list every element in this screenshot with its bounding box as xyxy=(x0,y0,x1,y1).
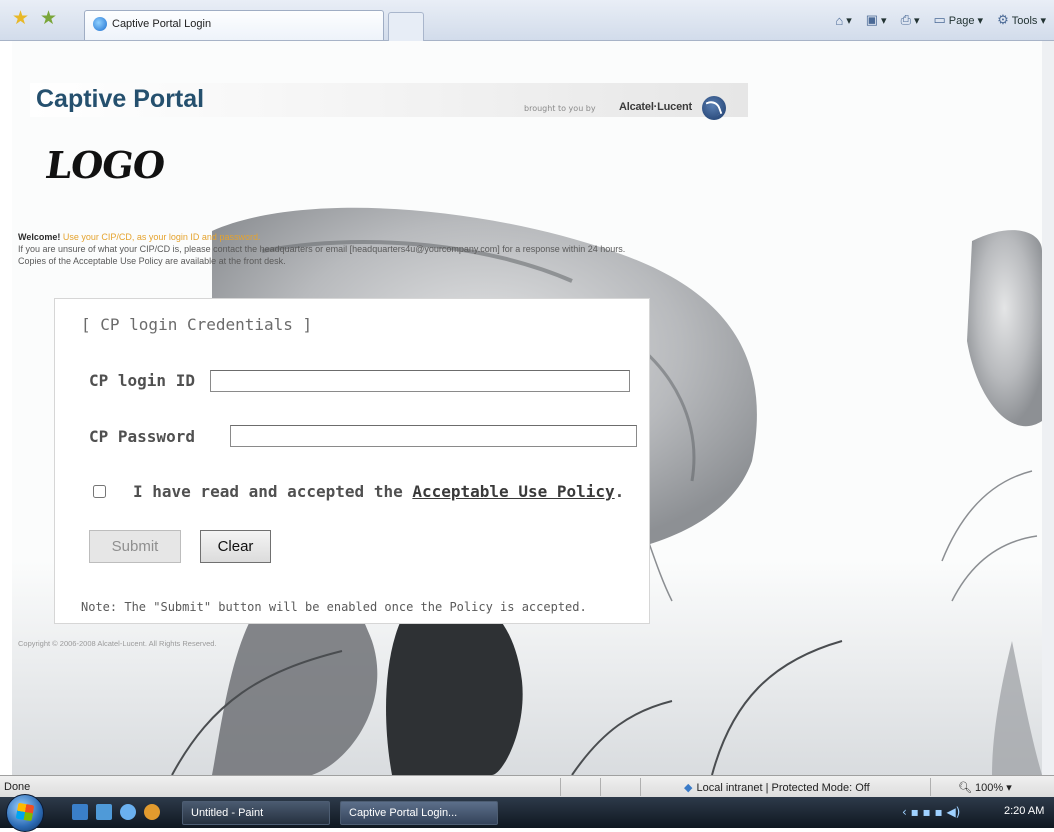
system-tray-icons[interactable]: ‹ ▪ ▪ ▪ ◀) xyxy=(902,805,960,819)
taskbar-item-paint[interactable]: Untitled - Paint xyxy=(182,801,330,825)
clear-button[interactable]: Clear xyxy=(200,530,271,563)
login-id-label: CP login ID xyxy=(89,371,195,390)
feeds-button[interactable]: ▣ ▾ xyxy=(866,12,887,28)
switch-windows-icon[interactable] xyxy=(96,804,112,820)
show-desktop-icon[interactable] xyxy=(72,804,88,820)
company-logo: LOGO xyxy=(42,143,168,187)
login-panel-title: [ CP login Credentials ] xyxy=(81,315,313,334)
status-divider xyxy=(560,778,561,796)
page-menu[interactable]: ▭ Page ▾ xyxy=(934,12,984,28)
browser-toolbar: ★ ★ Captive Portal Login ⌂ ▾ ▣ ▾ ⎙ ▾ ▭ Page … xyxy=(0,0,1054,41)
status-text: Done xyxy=(4,781,31,793)
submit-note: Note: The "Submit" button will be enable… xyxy=(81,600,587,614)
start-button[interactable] xyxy=(6,794,44,832)
portal-title: Captive Portal xyxy=(36,85,205,113)
vertical-scrollbar[interactable] xyxy=(1041,41,1054,775)
tools-icon: ⚙ xyxy=(997,12,1009,27)
welcome-line-3: Copies of the Acceptable Use Policy are … xyxy=(18,256,286,266)
feeds-icon: ▣ xyxy=(865,12,879,27)
clock[interactable]: 2:20 AM xyxy=(1004,805,1044,817)
firefox-quicklaunch-icon[interactable] xyxy=(144,804,160,820)
taskbar-item-captive-portal[interactable]: Captive Portal Login... xyxy=(340,801,498,825)
page-icon: ▭ xyxy=(933,12,946,27)
password-input[interactable] xyxy=(230,425,637,447)
tab-title: Captive Portal Login xyxy=(112,17,212,30)
page-content: Captive Portal brought to you by Alcatel… xyxy=(12,41,1042,775)
status-divider xyxy=(930,778,931,796)
security-zone[interactable]: ◆ Local intranet | Protected Mode: Off xyxy=(684,781,870,794)
browser-tab[interactable]: Captive Portal Login xyxy=(84,10,384,40)
policy-statement: I have read and accepted the Acceptable … xyxy=(133,482,625,501)
zoom-control[interactable]: 🔍︎ 100% ▾ xyxy=(958,781,1012,794)
status-divider xyxy=(600,778,601,796)
add-favorites-icon[interactable]: ★ xyxy=(40,9,57,28)
policy-checkbox[interactable] xyxy=(93,485,106,498)
command-bar: ⌂ ▾ ▣ ▾ ⎙ ▾ ▭ Page ▾ ⚙ Tools ▾ xyxy=(835,12,1046,28)
intranet-icon: ◆ xyxy=(684,782,693,794)
windows-taskbar: Untitled - Paint Captive Portal Login...… xyxy=(0,794,1054,832)
login-id-input[interactable] xyxy=(210,370,630,392)
brand-name: Alcatel·Lucent xyxy=(619,101,692,113)
home-button[interactable]: ⌂ ▾ xyxy=(835,12,851,28)
status-bar: Done ◆ Local intranet | Protected Mode: O… xyxy=(0,775,1054,798)
welcome-line-1: Welcome! Use your CIP/CD, as your login … xyxy=(18,232,261,242)
status-divider xyxy=(640,778,641,796)
welcome-line-2: If you are unsure of what your CIP/CD is… xyxy=(18,244,626,254)
print-icon: ⎙ xyxy=(900,12,911,27)
ie-icon xyxy=(93,17,107,31)
submit-button[interactable]: Submit xyxy=(89,530,181,563)
home-icon: ⌂ xyxy=(835,12,844,28)
acceptable-use-policy-link[interactable]: Acceptable Use Policy xyxy=(412,482,614,501)
alcatel-lucent-logo-icon xyxy=(702,96,726,120)
favorites-star-icon[interactable]: ★ xyxy=(12,9,29,28)
copyright-text: Copyright © 2006-2008 Alcatel-Lucent. Al… xyxy=(18,639,217,648)
zoom-icon: 🔍︎ xyxy=(958,782,972,794)
brought-by-text: brought to you by xyxy=(524,104,596,113)
tools-menu[interactable]: ⚙ Tools ▾ xyxy=(997,12,1046,28)
new-tab-button[interactable] xyxy=(388,12,424,41)
print-button[interactable]: ⎙ ▾ xyxy=(901,12,920,28)
welcome-message: Welcome! Use your CIP/CD, as your login … xyxy=(18,231,1028,267)
login-panel: [ CP login Credentials ] CP login ID CP … xyxy=(54,298,650,624)
ie-quicklaunch-icon[interactable] xyxy=(120,804,136,820)
password-label: CP Password xyxy=(89,427,195,446)
